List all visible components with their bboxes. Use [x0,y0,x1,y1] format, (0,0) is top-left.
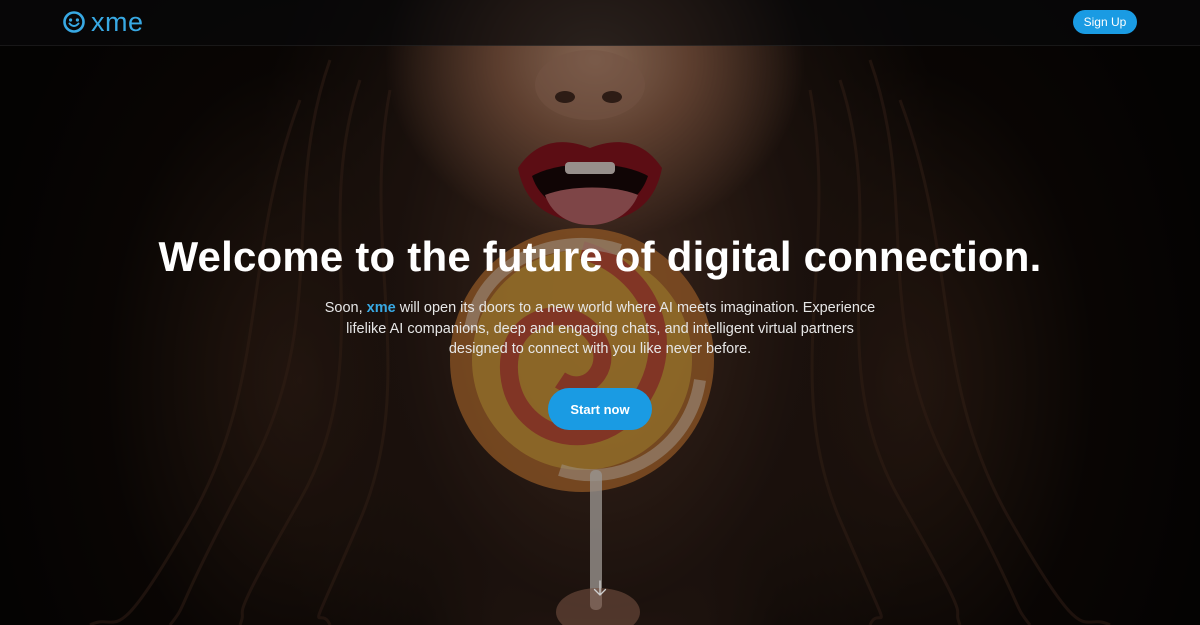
page-title: Welcome to the future of digital connect… [158,233,1042,280]
hero-section: xme Sign Up Welcome to the future of dig… [0,0,1200,625]
smiley-face-icon [63,11,85,33]
brand-name: xme [91,7,144,37]
top-navbar: xme Sign Up [0,0,1200,46]
start-now-button[interactable]: Start now [548,388,652,430]
description-text-start: Soon, [324,300,367,316]
sign-up-button[interactable]: Sign Up [1073,10,1137,34]
description-text-end: will open its doors to a new world where… [346,300,876,357]
brand-mention: xme [366,300,396,316]
arrow-down-icon[interactable] [592,580,608,598]
logo-link[interactable]: xme [62,8,144,36]
hero-description: Soon, xme will open its doors to a new w… [320,298,880,360]
